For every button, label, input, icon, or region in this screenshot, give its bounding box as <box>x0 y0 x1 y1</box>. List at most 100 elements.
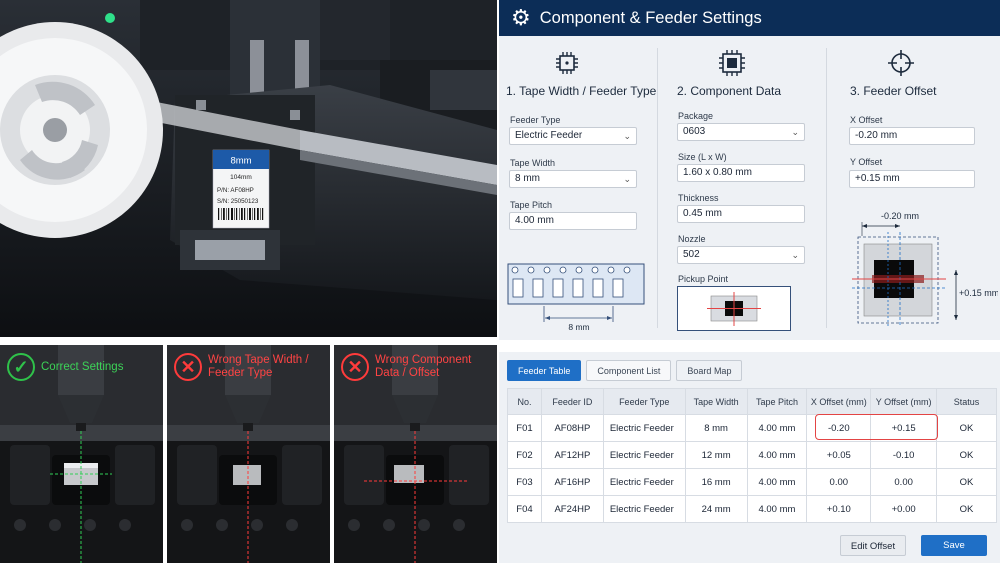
table-cell: Electric Feeder <box>602 468 686 496</box>
nozzle-select[interactable]: 502 ⌄ <box>677 246 805 264</box>
column-header[interactable]: Feeder Type <box>602 388 686 415</box>
tape-diagram: 8 mm <box>507 263 645 332</box>
tape-width-value: 8 mm <box>515 173 540 184</box>
table-cell: 4.00 mm <box>746 414 808 442</box>
x-icon: ✕ <box>174 353 202 381</box>
table-header-row: No. Feeder ID Feeder Type Tape Width Tap… <box>507 388 997 415</box>
panel-caption: Correct Settings <box>41 361 124 373</box>
pickup-point-diagram[interactable] <box>677 286 791 332</box>
settings-header: ⚙ Component & Feeder Settings <box>499 0 1000 36</box>
tape-pitch-input[interactable]: 4.00 mm <box>509 212 637 230</box>
package-label: Package <box>678 111 714 121</box>
chip-icon <box>556 52 578 74</box>
tape-pitch-label: Tape Pitch <box>510 200 553 210</box>
label-serial-number: S/N: 25050123 <box>217 198 259 205</box>
thickness-label: Thickness <box>678 193 719 203</box>
y-offset-input[interactable]: +0.15 mm <box>849 170 975 188</box>
tape-width-label: Tape Width <box>510 158 556 168</box>
label-length: 104mm <box>230 174 252 181</box>
offset-section-title: 3. Feeder Offset <box>850 84 937 98</box>
chevron-down-icon: ⌄ <box>623 131 631 141</box>
table-cell: 4.00 mm <box>746 495 808 523</box>
thickness-input[interactable]: 0.45 mm <box>677 205 805 223</box>
component-data-section: 2. Component Data Package 0603 ⌄ Size (L… <box>657 36 826 340</box>
table-cell: AF12HP <box>540 441 604 469</box>
table-cell: OK <box>936 495 997 523</box>
table-cell: F02 <box>507 441 542 469</box>
tape-width-select[interactable]: 8 mm ⌄ <box>509 170 637 188</box>
feeder-machine-illustration: 8mm 104mm P/N: AF08HP S/N: 25050123 <box>0 0 497 337</box>
feeder-type-select[interactable]: Electric Feeder ⌄ <box>509 127 637 145</box>
size-value: 1.60 x 0.80 mm <box>683 167 752 178</box>
tab-board-map[interactable]: Board Map <box>676 360 743 381</box>
chevron-down-icon: ⌄ <box>791 250 799 260</box>
offset-diagram: -0.20 mm +0.15 mm <box>852 211 998 326</box>
panel-wrong-tape-width: ✕ Wrong Tape Width / Feeder Type <box>167 345 330 563</box>
table-cell: Electric Feeder <box>602 495 686 523</box>
tab-component-list[interactable]: Component List <box>586 360 672 381</box>
size-input[interactable]: 1.60 x 0.80 mm <box>677 164 805 182</box>
label-part-number: P/N: AF08HP <box>217 187 254 194</box>
table-cell: 24 mm <box>684 495 748 523</box>
panel-correct-settings: ✓ Correct Settings <box>0 345 163 563</box>
nozzle-value: 502 <box>683 249 700 260</box>
column-header[interactable]: Feeder ID <box>540 388 604 415</box>
component-section-title: 2. Component Data <box>677 84 782 98</box>
table-cell: OK <box>936 468 997 496</box>
table-row[interactable]: F02 AF12HP Electric Feeder 12 mm 4.00 mm… <box>507 441 997 469</box>
gear-icon: ⚙ <box>511 5 531 30</box>
diagram-y-offset-label: +0.15 mm <box>959 288 998 298</box>
feeder-type-value: Electric Feeder <box>515 130 583 141</box>
column-header[interactable]: Status <box>936 388 997 415</box>
feeder-offset-section: 3. Feeder Offset X Offset -0.20 mm Y Off… <box>826 36 1000 340</box>
tab-feeder-table[interactable]: Feeder Table <box>507 360 582 381</box>
thickness-value: 0.45 mm <box>683 208 722 219</box>
table-row[interactable]: F04 AF24HP Electric Feeder 24 mm 4.00 mm… <box>507 495 997 523</box>
table-row[interactable]: F03 AF16HP Electric Feeder 16 mm 4.00 mm… <box>507 468 997 496</box>
chevron-down-icon: ⌄ <box>791 127 799 137</box>
package-select[interactable]: 0603 ⌄ <box>677 123 805 141</box>
table-cell: Electric Feeder <box>602 414 686 442</box>
table-cell: +0.10 <box>806 495 872 523</box>
save-button[interactable]: Save <box>921 535 987 556</box>
table-cell: -0.20 <box>806 414 872 442</box>
x-offset-value: -0.20 mm <box>855 130 898 141</box>
x-offset-input[interactable]: -0.20 mm <box>849 127 975 145</box>
x-offset-label: X Offset <box>850 115 883 125</box>
table-cell: 0.00 <box>870 468 938 496</box>
table-cell: 8 mm <box>684 414 748 442</box>
tape-width-section: 1. Tape Width / Feeder Type Feeder Type … <box>499 36 657 340</box>
table-cell: F04 <box>507 495 542 523</box>
label-tape-size: 8mm <box>230 156 251 167</box>
component-feeder-settings: ⚙ Component & Feeder Settings 1. Tape Wi… <box>499 0 1000 340</box>
crosshair-icon <box>888 50 914 76</box>
column-header[interactable]: Y Offset (mm) <box>870 388 938 415</box>
table-cell: AF24HP <box>540 495 604 523</box>
column-header[interactable]: Tape Width <box>684 388 748 415</box>
column-header[interactable]: No. <box>507 388 542 415</box>
table-cell: 0.00 <box>806 468 872 496</box>
table-cell: AF16HP <box>540 468 604 496</box>
tape-pitch-value: 4.00 mm <box>515 215 554 226</box>
y-offset-value: +0.15 mm <box>855 173 900 184</box>
table-row[interactable]: F01 AF08HP Electric Feeder 8 mm 4.00 mm … <box>507 414 997 442</box>
panel-wrong-component-data: ✕ Wrong Component Data / Offset <box>334 345 497 563</box>
table-cell: 4.00 mm <box>746 441 808 469</box>
column-header[interactable]: X Offset (mm) <box>806 388 872 415</box>
table-cell: 12 mm <box>684 441 748 469</box>
table-cell: Electric Feeder <box>602 441 686 469</box>
table-cell: AF08HP <box>540 414 604 442</box>
table-cell: +0.15 <box>870 414 938 442</box>
table-cell: +0.00 <box>870 495 938 523</box>
tab-bar: Feeder Table Component List Board Map <box>507 360 743 381</box>
y-offset-label: Y Offset <box>850 157 883 167</box>
panel-caption: Wrong Component Data / Offset <box>375 354 472 379</box>
pickup-point-label: Pickup Point <box>678 274 729 284</box>
x-icon: ✕ <box>341 353 369 381</box>
edit-offset-button[interactable]: Edit Offset <box>840 535 906 556</box>
column-header[interactable]: Tape Pitch <box>746 388 808 415</box>
table-cell: OK <box>936 414 997 442</box>
nozzle-label: Nozzle <box>678 234 706 244</box>
table-cell: -0.10 <box>870 441 938 469</box>
table-cell: OK <box>936 441 997 469</box>
